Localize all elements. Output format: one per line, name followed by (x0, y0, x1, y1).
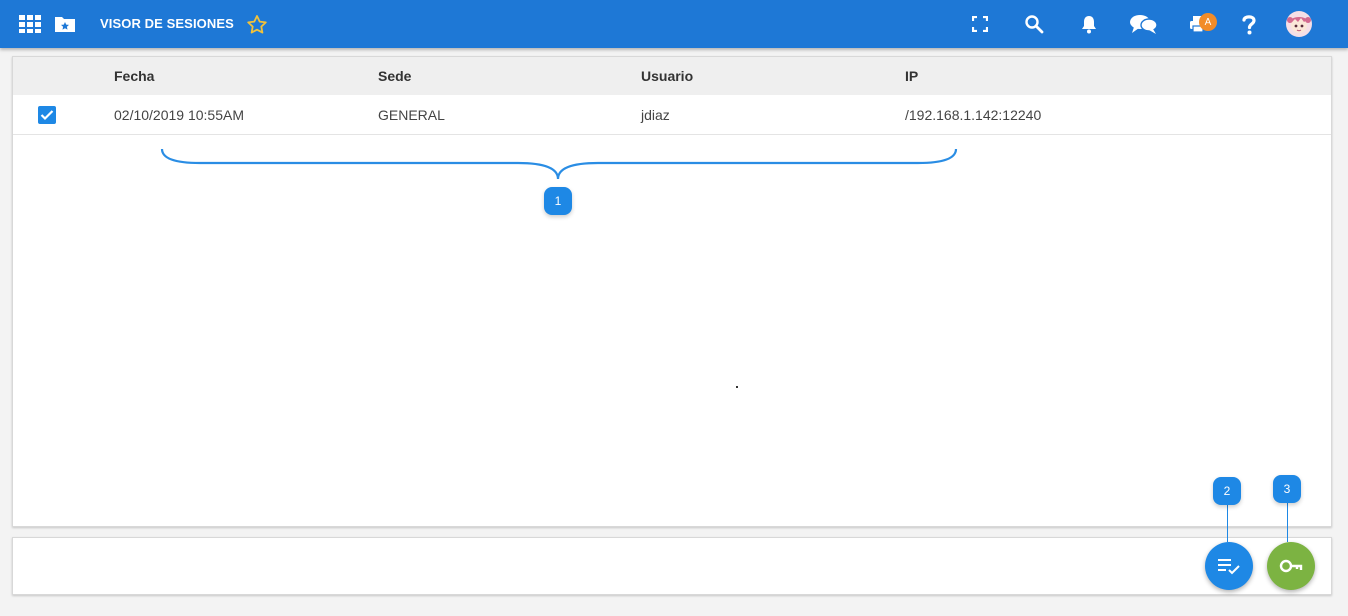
column-header-ip[interactable]: IP (905, 68, 918, 84)
bell-icon[interactable] (1077, 12, 1101, 36)
list-check-button[interactable] (1205, 542, 1253, 590)
key-icon (1279, 559, 1303, 573)
chat-icon[interactable] (1129, 12, 1159, 36)
annotation-leader-3 (1287, 500, 1288, 542)
table-header: Fecha Sede Usuario IP (13, 57, 1331, 95)
search-icon[interactable] (1022, 12, 1046, 36)
cell-fecha: 02/10/2019 10:55AM (114, 107, 244, 123)
key-button[interactable] (1267, 542, 1315, 590)
folder-star-icon[interactable] (53, 12, 77, 36)
list-check-icon (1218, 559, 1240, 575)
column-header-usuario[interactable]: Usuario (641, 68, 693, 84)
cell-sede: GENERAL (378, 107, 445, 123)
action-bar (12, 537, 1332, 595)
annotation-brace (160, 148, 958, 180)
annotation-marker-1: 1 (544, 187, 572, 215)
check-icon (40, 110, 54, 121)
fullscreen-icon[interactable] (968, 12, 992, 36)
annotation-marker-3: 3 (1273, 475, 1301, 503)
cell-usuario: jdiaz (641, 107, 670, 123)
sessions-panel: Fecha Sede Usuario IP 02/10/2019 10:55AM… (12, 56, 1332, 527)
column-header-sede[interactable]: Sede (378, 68, 411, 84)
notification-badge: A (1199, 13, 1217, 31)
annotation-leader-2 (1227, 502, 1228, 542)
top-bar: VISOR DE SESIONES A (0, 0, 1348, 48)
apps-grid-icon[interactable] (18, 12, 42, 36)
star-outline-icon[interactable] (245, 13, 269, 37)
page-title: VISOR DE SESIONES (100, 16, 234, 31)
column-header-fecha[interactable]: Fecha (114, 68, 154, 84)
annotation-marker-2: 2 (1213, 477, 1241, 505)
help-icon[interactable] (1237, 12, 1261, 36)
cell-ip: /192.168.1.142:12240 (905, 107, 1042, 123)
row-checkbox[interactable] (38, 106, 56, 124)
stray-dot (736, 386, 738, 388)
user-avatar[interactable] (1286, 11, 1312, 37)
table-row[interactable]: 02/10/2019 10:55AM GENERAL jdiaz /192.16… (13, 95, 1331, 135)
